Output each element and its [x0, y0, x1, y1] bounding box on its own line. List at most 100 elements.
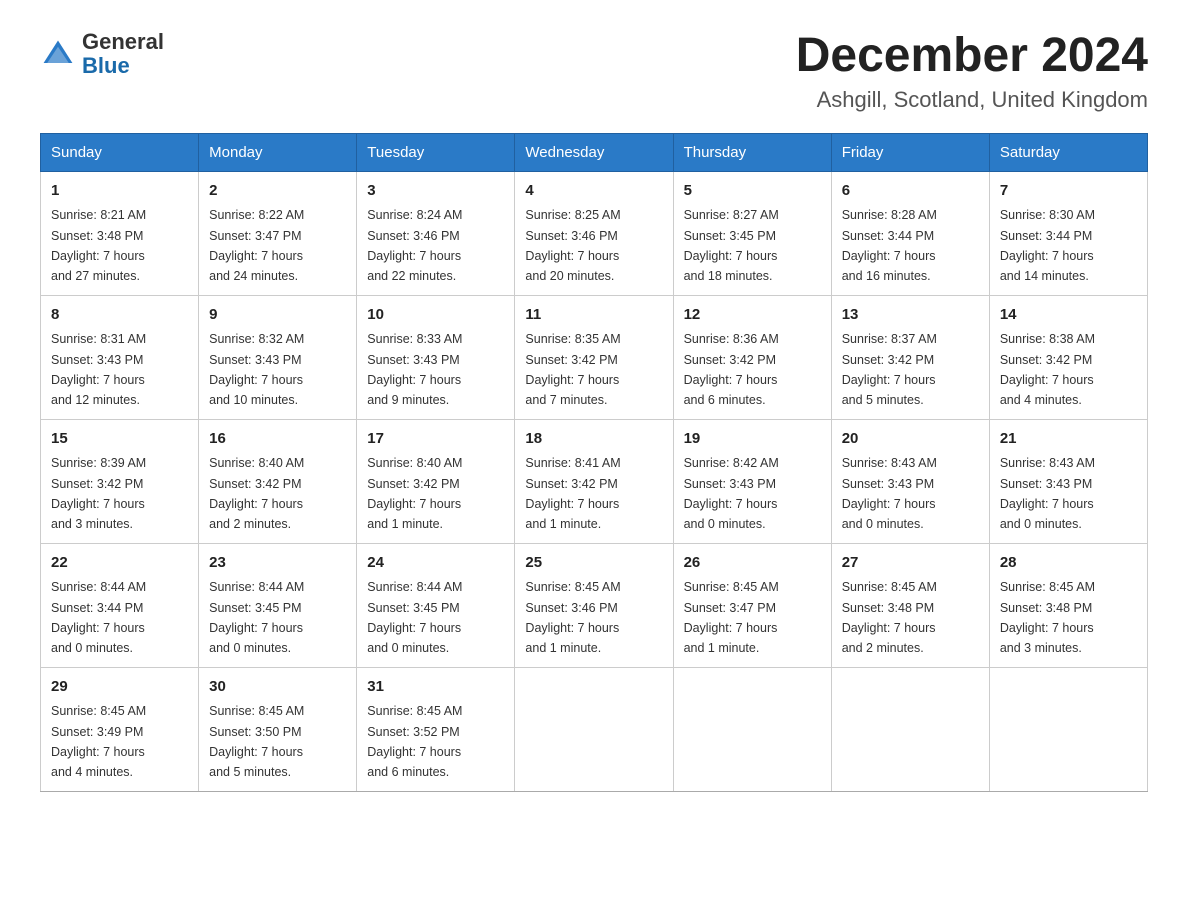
table-row: 24 Sunrise: 8:44 AMSunset: 3:45 PMDayligh… [357, 543, 515, 667]
col-monday: Monday [199, 133, 357, 171]
table-row: 20 Sunrise: 8:43 AMSunset: 3:43 PMDayligh… [831, 419, 989, 543]
day-info: Sunrise: 8:37 AMSunset: 3:42 PMDaylight:… [842, 332, 937, 407]
table-row: 21 Sunrise: 8:43 AMSunset: 3:43 PMDayligh… [989, 419, 1147, 543]
day-info: Sunrise: 8:31 AMSunset: 3:43 PMDaylight:… [51, 332, 146, 407]
day-info: Sunrise: 8:40 AMSunset: 3:42 PMDaylight:… [209, 456, 304, 531]
day-number: 13 [842, 304, 979, 327]
table-row [989, 667, 1147, 791]
day-number: 1 [51, 180, 188, 203]
day-number: 18 [525, 428, 662, 451]
day-info: Sunrise: 8:38 AMSunset: 3:42 PMDaylight:… [1000, 332, 1095, 407]
calendar-week-5: 29Sunrise: 8:45 AMSunset: 3:49 PMDayligh… [41, 667, 1148, 791]
logo-text: General Blue [82, 30, 164, 78]
day-number: 30 [209, 676, 346, 699]
day-info: Sunrise: 8:32 AMSunset: 3:43 PMDaylight:… [209, 332, 304, 407]
day-info: Sunrise: 8:25 AMSunset: 3:46 PMDaylight:… [525, 208, 620, 283]
day-number: 23 [209, 552, 346, 575]
day-info: Sunrise: 8:22 AMSunset: 3:47 PMDaylight:… [209, 208, 304, 283]
day-info: Sunrise: 8:39 AMSunset: 3:42 PMDaylight:… [51, 456, 146, 531]
table-row: 28 Sunrise: 8:45 AMSunset: 3:48 PMDayligh… [989, 543, 1147, 667]
day-info: Sunrise: 8:40 AMSunset: 3:42 PMDaylight:… [367, 456, 462, 531]
day-info: Sunrise: 8:45 AMSunset: 3:47 PMDaylight:… [684, 580, 779, 655]
table-row: 8 Sunrise: 8:31 AMSunset: 3:43 PMDaylight… [41, 295, 199, 419]
day-info: Sunrise: 8:45 AMSunset: 3:46 PMDaylight:… [525, 580, 620, 655]
day-number: 7 [1000, 180, 1137, 203]
day-info: Sunrise: 8:45 AMSunset: 3:48 PMDaylight:… [1000, 580, 1095, 655]
table-row [673, 667, 831, 791]
calendar-header-row: Sunday Monday Tuesday Wednesday Thursday… [41, 133, 1148, 171]
col-friday: Friday [831, 133, 989, 171]
table-row: 6 Sunrise: 8:28 AMSunset: 3:44 PMDaylight… [831, 171, 989, 295]
table-row: 5Sunrise: 8:27 AMSunset: 3:45 PMDaylight… [673, 171, 831, 295]
table-row: 27 Sunrise: 8:45 AMSunset: 3:48 PMDayligh… [831, 543, 989, 667]
calendar-week-3: 15 Sunrise: 8:39 AMSunset: 3:42 PMDayligh… [41, 419, 1148, 543]
table-row: 25Sunrise: 8:45 AMSunset: 3:46 PMDayligh… [515, 543, 673, 667]
table-row: 4 Sunrise: 8:25 AMSunset: 3:46 PMDaylight… [515, 171, 673, 295]
table-row: 18 Sunrise: 8:41 AMSunset: 3:42 PMDayligh… [515, 419, 673, 543]
table-row: 17 Sunrise: 8:40 AMSunset: 3:42 PMDayligh… [357, 419, 515, 543]
day-info: Sunrise: 8:33 AMSunset: 3:43 PMDaylight:… [367, 332, 462, 407]
table-row: 11 Sunrise: 8:35 AMSunset: 3:42 PMDayligh… [515, 295, 673, 419]
day-number: 24 [367, 552, 504, 575]
day-number: 3 [367, 180, 504, 203]
month-title: December 2024 [796, 30, 1148, 83]
day-number: 28 [1000, 552, 1137, 575]
title-area: December 2024 Ashgill, Scotland, United … [796, 30, 1148, 113]
day-number: 6 [842, 180, 979, 203]
day-info: Sunrise: 8:42 AMSunset: 3:43 PMDaylight:… [684, 456, 779, 531]
calendar-week-2: 8 Sunrise: 8:31 AMSunset: 3:43 PMDaylight… [41, 295, 1148, 419]
day-info: Sunrise: 8:44 AMSunset: 3:45 PMDaylight:… [209, 580, 304, 655]
table-row: 14 Sunrise: 8:38 AMSunset: 3:42 PMDayligh… [989, 295, 1147, 419]
day-number: 9 [209, 304, 346, 327]
day-number: 29 [51, 676, 188, 699]
day-number: 11 [525, 304, 662, 327]
day-number: 12 [684, 304, 821, 327]
day-info: Sunrise: 8:45 AMSunset: 3:48 PMDaylight:… [842, 580, 937, 655]
table-row: 7Sunrise: 8:30 AMSunset: 3:44 PMDaylight… [989, 171, 1147, 295]
day-info: Sunrise: 8:24 AMSunset: 3:46 PMDaylight:… [367, 208, 462, 283]
calendar: Sunday Monday Tuesday Wednesday Thursday… [40, 133, 1148, 792]
day-number: 10 [367, 304, 504, 327]
day-number: 17 [367, 428, 504, 451]
day-info: Sunrise: 8:35 AMSunset: 3:42 PMDaylight:… [525, 332, 620, 407]
day-info: Sunrise: 8:41 AMSunset: 3:42 PMDaylight:… [525, 456, 620, 531]
day-info: Sunrise: 8:21 AMSunset: 3:48 PMDaylight:… [51, 208, 146, 283]
day-number: 20 [842, 428, 979, 451]
table-row: 31Sunrise: 8:45 AMSunset: 3:52 PMDayligh… [357, 667, 515, 791]
table-row: 19Sunrise: 8:42 AMSunset: 3:43 PMDayligh… [673, 419, 831, 543]
calendar-week-1: 1 Sunrise: 8:21 AMSunset: 3:48 PMDaylight… [41, 171, 1148, 295]
day-number: 16 [209, 428, 346, 451]
day-info: Sunrise: 8:43 AMSunset: 3:43 PMDaylight:… [842, 456, 937, 531]
table-row: 10 Sunrise: 8:33 AMSunset: 3:43 PMDayligh… [357, 295, 515, 419]
table-row: 22Sunrise: 8:44 AMSunset: 3:44 PMDayligh… [41, 543, 199, 667]
day-number: 21 [1000, 428, 1137, 451]
day-info: Sunrise: 8:43 AMSunset: 3:43 PMDaylight:… [1000, 456, 1095, 531]
day-info: Sunrise: 8:28 AMSunset: 3:44 PMDaylight:… [842, 208, 937, 283]
day-number: 27 [842, 552, 979, 575]
col-wednesday: Wednesday [515, 133, 673, 171]
table-row: 2 Sunrise: 8:22 AMSunset: 3:47 PMDaylight… [199, 171, 357, 295]
day-number: 8 [51, 304, 188, 327]
table-row: 15 Sunrise: 8:39 AMSunset: 3:42 PMDayligh… [41, 419, 199, 543]
col-thursday: Thursday [673, 133, 831, 171]
day-number: 26 [684, 552, 821, 575]
table-row: 26 Sunrise: 8:45 AMSunset: 3:47 PMDayligh… [673, 543, 831, 667]
day-number: 15 [51, 428, 188, 451]
day-info: Sunrise: 8:44 AMSunset: 3:44 PMDaylight:… [51, 580, 146, 655]
day-number: 14 [1000, 304, 1137, 327]
table-row: 30Sunrise: 8:45 AMSunset: 3:50 PMDayligh… [199, 667, 357, 791]
day-number: 2 [209, 180, 346, 203]
logo-general-text: General [82, 30, 164, 54]
table-row: 9 Sunrise: 8:32 AMSunset: 3:43 PMDaylight… [199, 295, 357, 419]
day-info: Sunrise: 8:27 AMSunset: 3:45 PMDaylight:… [684, 208, 779, 283]
day-number: 4 [525, 180, 662, 203]
table-row: 12Sunrise: 8:36 AMSunset: 3:42 PMDayligh… [673, 295, 831, 419]
table-row: 13 Sunrise: 8:37 AMSunset: 3:42 PMDayligh… [831, 295, 989, 419]
table-row: 3 Sunrise: 8:24 AMSunset: 3:46 PMDaylight… [357, 171, 515, 295]
table-row [515, 667, 673, 791]
day-info: Sunrise: 8:44 AMSunset: 3:45 PMDaylight:… [367, 580, 462, 655]
logo-blue-text: Blue [82, 54, 164, 78]
col-sunday: Sunday [41, 133, 199, 171]
logo-icon [40, 36, 76, 72]
calendar-week-4: 22Sunrise: 8:44 AMSunset: 3:44 PMDayligh… [41, 543, 1148, 667]
